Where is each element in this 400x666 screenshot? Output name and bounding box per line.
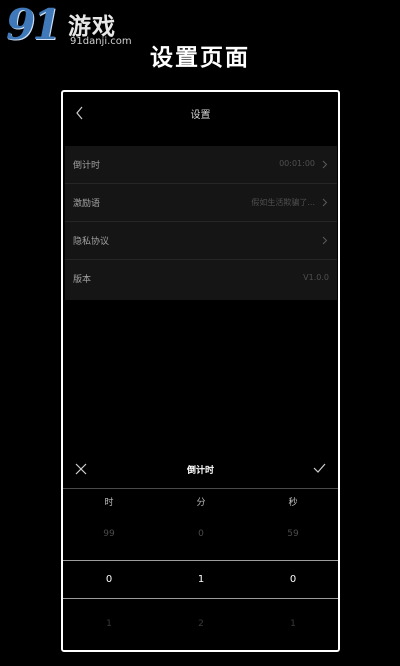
hours-option[interactable]: 99 (63, 529, 155, 539)
countdown-picker: 倒计时 时 分 秒 99 0 59 0 1 0 1 2 1 (63, 449, 338, 650)
seconds-selected[interactable]: 0 (247, 574, 338, 585)
check-icon[interactable] (313, 463, 326, 473)
page-title: 设置 (190, 110, 211, 121)
row-label: 倒计时 (73, 161, 101, 171)
settings-row-countdown[interactable]: 倒计时 00:01:00 (65, 146, 337, 184)
settings-row-privacy[interactable]: 隐私协议 (65, 222, 337, 260)
chevron-right-icon (322, 198, 328, 207)
selection-line-top (63, 560, 338, 561)
chevron-right-icon (322, 236, 328, 245)
row-value: 假如生活欺骗了... (251, 198, 315, 207)
seconds-option[interactable]: 1 (247, 619, 338, 629)
minutes-option[interactable]: 2 (155, 619, 247, 629)
page-caption: 设置页面 (150, 45, 250, 71)
chevron-right-icon (322, 160, 328, 169)
settings-row-motto[interactable]: 激励语 假如生活欺骗了... (65, 184, 337, 222)
row-label: 版本 (73, 275, 92, 285)
divider (63, 488, 338, 489)
column-header-seconds: 秒 (288, 498, 298, 508)
phone-screen: 设置 倒计时 00:01:00 激励语 假如生活欺骗了... 隐私协议 版本 V… (61, 90, 340, 652)
nav-bar: 设置 (63, 92, 338, 136)
row-value: 00:01:00 (279, 159, 315, 168)
hours-option[interactable]: 1 (63, 619, 155, 629)
settings-list: 倒计时 00:01:00 激励语 假如生活欺骗了... 隐私协议 版本 V1.0… (65, 146, 337, 300)
row-value: V1.0.0 (303, 273, 329, 282)
settings-row-version: 版本 V1.0.0 (65, 260, 337, 298)
picker-title: 倒计时 (186, 466, 214, 476)
minutes-selected[interactable]: 1 (155, 574, 247, 585)
row-label: 激励语 (73, 199, 101, 209)
picker-header: 倒计时 (63, 449, 338, 487)
hours-selected[interactable]: 0 (63, 574, 155, 585)
seconds-option[interactable]: 59 (247, 529, 338, 539)
row-label: 隐私协议 (73, 237, 110, 247)
selection-line-bottom (63, 598, 338, 599)
column-header-hours: 时 (104, 498, 114, 508)
minutes-option[interactable]: 0 (155, 529, 247, 539)
column-header-minutes: 分 (196, 498, 206, 508)
